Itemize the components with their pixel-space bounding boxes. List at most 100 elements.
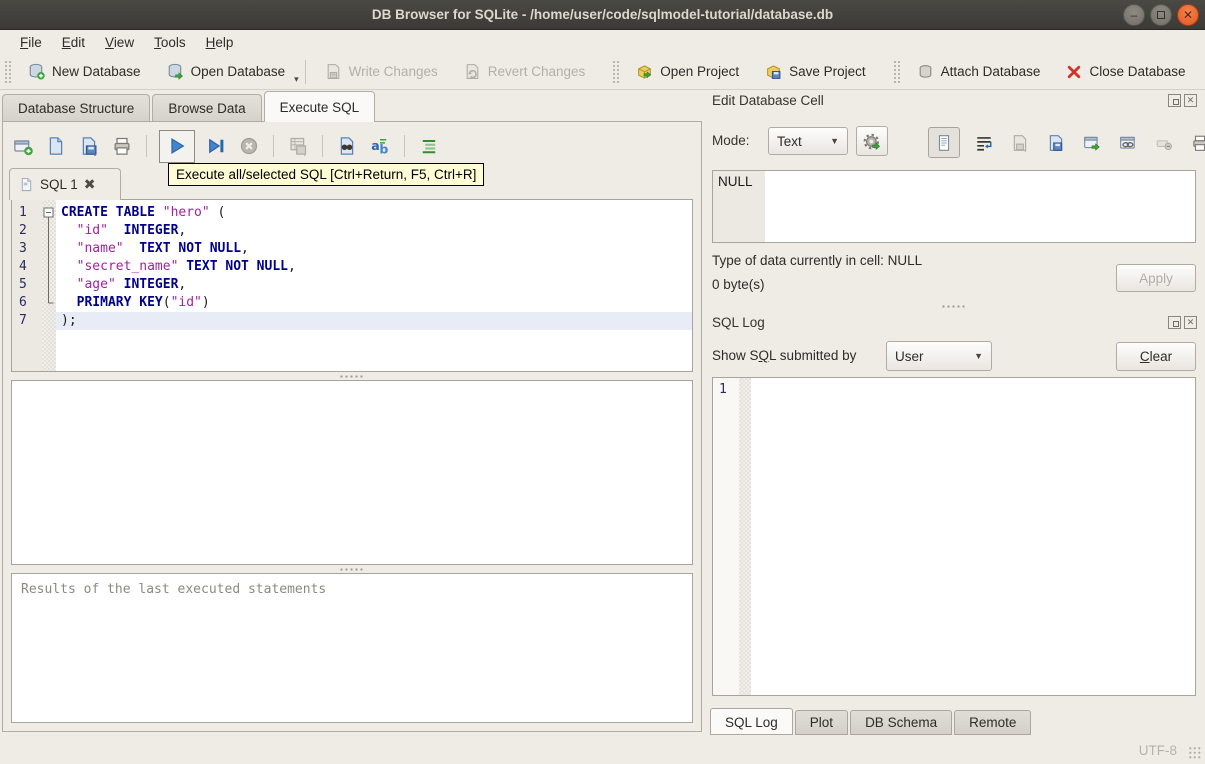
open-database-button[interactable]: Open Database (154, 56, 299, 88)
save-project-button[interactable]: Save Project (752, 56, 879, 88)
fold-marker-icon[interactable] (42, 200, 56, 373)
dock-float-icon[interactable] (1168, 316, 1183, 329)
line-number: 1 (19, 205, 27, 220)
close-icon[interactable]: ✕ (1177, 4, 1199, 26)
sql-toolbar-separator (322, 135, 323, 157)
splitter-handle[interactable] (11, 373, 693, 379)
dock-splitter-handle[interactable] (712, 303, 1196, 309)
titlebar[interactable]: DB Browser for SQLite - /home/user/code/… (0, 0, 1205, 30)
apply-button[interactable]: Apply (1116, 264, 1196, 292)
toolbar-drag-handle[interactable] (612, 59, 620, 84)
chevron-down-icon: ▼ (974, 351, 983, 361)
database-close-icon (1068, 65, 1081, 78)
mode-label: Mode: (712, 133, 750, 148)
code-line[interactable]: "id" INTEGER, (56, 222, 692, 240)
mode-combobox[interactable]: Text ▼ (768, 127, 848, 155)
set-null-icon[interactable] (1152, 131, 1176, 155)
code-line[interactable]: "name" TEXT NOT NULL, (56, 240, 692, 258)
export-data-icon[interactable] (1044, 131, 1068, 155)
print-icon[interactable] (110, 134, 134, 158)
chevron-down-icon: ▼ (830, 136, 839, 146)
open-database-dropdown-icon[interactable]: ▾ (294, 74, 299, 89)
sql-editor-lines[interactable]: CREATE TABLE "hero" ( "id" INTEGER, "nam… (56, 200, 692, 371)
dock-float-icon[interactable] (1168, 94, 1183, 107)
save-project-label: Save Project (789, 64, 866, 79)
import-data-icon[interactable] (1008, 131, 1032, 155)
menu-view[interactable]: View (95, 32, 144, 53)
code-line[interactable]: PRIMARY KEY("id") (56, 294, 692, 312)
sql-document-tab[interactable]: SQL 1 ✖ (9, 168, 121, 200)
code-line[interactable]: CREATE TABLE "hero" ( (56, 204, 692, 222)
log-fold-margin (739, 378, 751, 695)
dock-close-icon[interactable]: ✕ (1184, 94, 1197, 107)
sql-file-icon (21, 177, 32, 192)
menu-file[interactable]: File (10, 32, 52, 53)
menu-tools[interactable]: Tools (144, 32, 196, 53)
database-attach-icon (919, 65, 931, 78)
apply-mode-button[interactable] (856, 126, 888, 156)
text-mode-icon[interactable] (928, 127, 960, 158)
close-tab-icon[interactable]: ✖ (84, 176, 96, 193)
tab-plot[interactable]: Plot (794, 710, 849, 735)
save-results-icon[interactable] (286, 134, 310, 158)
window-controls: – ✕ (1123, 4, 1199, 26)
toolbar-drag-handle[interactable] (4, 59, 11, 84)
close-database-button[interactable]: Close Database (1053, 56, 1198, 88)
tab-browse-data[interactable]: Browse Data (152, 94, 262, 122)
results-message-pane[interactable]: Results of the last executed statements (11, 573, 693, 723)
code-line[interactable]: "secret_name" TEXT NOT NULL, (56, 258, 692, 276)
edit-cell-dock-title: Edit Database Cell (712, 93, 824, 108)
revert-changes-icon (466, 64, 479, 79)
project-save-icon (767, 65, 781, 79)
sql-log-view[interactable]: 1 (712, 377, 1196, 696)
tab-sql-log[interactable]: SQL Log (710, 708, 793, 735)
toolbar-drag-handle[interactable] (892, 59, 900, 84)
tab-database-structure[interactable]: Database Structure (2, 94, 151, 122)
resize-grip-icon[interactable] (1188, 746, 1201, 759)
execute-line-icon[interactable] (204, 134, 228, 158)
maximize-icon[interactable] (1150, 4, 1172, 26)
main-toolbar: New Database Open Database ▾ Write Chang… (0, 54, 1205, 90)
revert-changes-button[interactable]: Revert Changes (451, 56, 599, 88)
sql-log-dock-title: SQL Log (712, 315, 765, 330)
cell-value-editor[interactable]: NULL (712, 170, 1196, 243)
cell-null-indicator: NULL (713, 171, 765, 242)
stop-icon[interactable] (237, 134, 261, 158)
attach-database-button[interactable]: Attach Database (904, 56, 1054, 88)
autocomplete-icon[interactable]: a b (368, 134, 392, 158)
encoding-indicator: UTF-8 (1138, 743, 1177, 758)
fold-margin[interactable] (42, 200, 56, 371)
minimize-icon[interactable]: – (1123, 4, 1145, 26)
code-line[interactable]: "age" INTEGER, (56, 276, 692, 294)
tab-execute-sql[interactable]: Execute SQL (263, 91, 376, 122)
line-number: 3 (19, 241, 27, 256)
dock-close-icon[interactable]: ✕ (1184, 316, 1197, 329)
execute-all-icon[interactable] (159, 129, 195, 163)
main-tab-bar: Database Structure Browse Data Execute S… (2, 91, 377, 122)
code-line[interactable]: ); (56, 312, 692, 330)
menu-edit[interactable]: Edit (52, 32, 95, 53)
set-link-icon[interactable] (1116, 131, 1140, 155)
execute-sql-panel: a b SQL 1 ✖ 1 2 3 4 5 6 7 CREATE TABLE "… (2, 121, 702, 732)
edit-cell-dock-buttons: ✕ (1168, 94, 1197, 107)
tab-remote[interactable]: Remote (954, 710, 1032, 735)
save-sql-file-icon[interactable] (77, 134, 101, 158)
sql-editor[interactable]: 1 2 3 4 5 6 7 CREATE TABLE "hero" ( "id" INTEG… (11, 199, 693, 372)
new-database-button[interactable]: New Database (15, 56, 154, 88)
results-grid-pane[interactable] (11, 380, 693, 565)
menu-help[interactable]: Help (196, 32, 244, 53)
splitter-handle[interactable] (11, 566, 693, 572)
print-cell-icon[interactable] (1188, 131, 1205, 155)
open-project-button[interactable]: Open Project (623, 56, 752, 88)
find-replace-icon[interactable] (335, 134, 359, 158)
open-in-external-icon[interactable] (1080, 131, 1104, 155)
clear-log-button[interactable]: Clear (1116, 342, 1196, 371)
log-filter-combobox[interactable]: User ▼ (886, 341, 992, 371)
new-tab-icon[interactable] (11, 134, 35, 158)
tab-db-schema[interactable]: DB Schema (850, 710, 953, 735)
log-content[interactable] (751, 378, 1195, 695)
write-changes-button[interactable]: Write Changes (312, 56, 451, 88)
word-wrap-icon[interactable] (972, 131, 996, 155)
format-list-icon[interactable] (417, 134, 441, 158)
open-sql-file-icon[interactable] (44, 134, 68, 158)
